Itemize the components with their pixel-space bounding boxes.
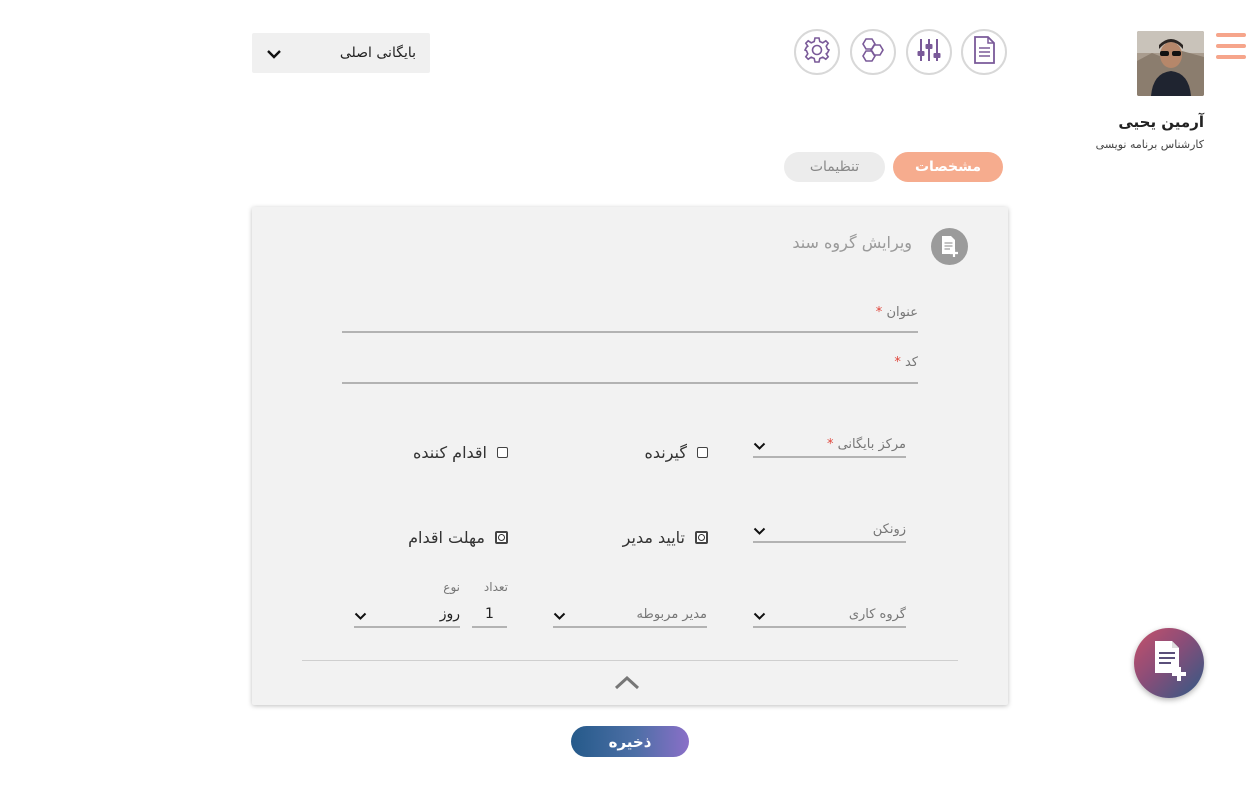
action-deadline-label: مهلت اقدام: [408, 528, 485, 547]
workgroup-select[interactable]: گروه کاری: [753, 602, 906, 628]
edit-document-group-card: ویرایش گروه سند عنوان * کد * مرکز بایگان…: [252, 207, 1008, 705]
chevron-down-icon: [553, 605, 566, 624]
title-field-label: عنوان: [886, 305, 918, 320]
tab-settings[interactable]: تنظیمات: [784, 152, 885, 182]
code-field[interactable]: کد *: [342, 355, 918, 384]
chevron-down-icon: [753, 435, 766, 454]
workgroup-label: گروه کاری: [848, 606, 906, 622]
manager-label: مدیر مربوطه: [636, 606, 708, 622]
manager-approval-label: تایید مدیر: [622, 528, 685, 547]
save-button[interactable]: ذخیره: [571, 726, 689, 757]
manager-approval-checkbox[interactable]: تایید مدیر: [623, 528, 708, 547]
required-mark: *: [826, 436, 834, 452]
structure-button[interactable]: [850, 29, 896, 75]
hamburger-menu-icon[interactable]: [1216, 33, 1246, 61]
document-icon: [972, 36, 996, 68]
tab-details[interactable]: مشخصات: [893, 152, 1003, 182]
add-document-icon: [1149, 639, 1189, 687]
hexagons-icon: [858, 36, 888, 68]
manager-select[interactable]: مدیر مربوطه: [553, 602, 707, 628]
collapse-button[interactable]: [612, 673, 642, 695]
count-input[interactable]: 1: [472, 602, 507, 628]
actor-label: اقدام کننده: [413, 443, 487, 462]
receiver-label: گیرنده: [644, 443, 687, 462]
title-field[interactable]: عنوان *: [342, 305, 918, 333]
zonkan-label: زونکن: [872, 521, 906, 537]
user-name: آرمین یحیی: [1118, 113, 1204, 131]
checkbox-box[interactable]: [497, 447, 508, 458]
archive-select[interactable]: بایگانی اصلی: [252, 33, 430, 73]
chevron-down-icon: [266, 44, 282, 63]
chevron-down-icon: [354, 605, 367, 624]
type-label: نوع: [443, 580, 460, 594]
checkbox-box[interactable]: [495, 531, 508, 544]
add-document-icon: [931, 228, 968, 265]
document-button[interactable]: [961, 29, 1007, 75]
count-label: تعداد: [483, 580, 508, 594]
required-mark: *: [894, 355, 901, 370]
user-role: کارشناس برنامه نویسی: [1095, 138, 1204, 151]
type-select[interactable]: روز: [354, 602, 460, 628]
settings-gear-icon: [803, 36, 831, 68]
zonkan-select[interactable]: زونکن: [753, 517, 906, 543]
code-field-label: کد: [904, 355, 918, 370]
sliders-icon: [915, 36, 943, 68]
checkbox-box[interactable]: [695, 531, 708, 544]
type-value: روز: [439, 606, 460, 622]
add-document-fab[interactable]: [1134, 628, 1204, 698]
divider: [302, 660, 958, 661]
chevron-down-icon: [753, 520, 766, 539]
action-deadline-checkbox[interactable]: مهلت اقدام: [408, 528, 508, 547]
chevron-up-icon: [614, 675, 640, 694]
required-mark: *: [875, 305, 883, 320]
archive-select-value: بایگانی اصلی: [339, 45, 416, 61]
count-value: 1: [485, 606, 494, 622]
receiver-checkbox[interactable]: گیرنده: [644, 443, 708, 462]
checkbox-box[interactable]: [697, 447, 708, 458]
actor-checkbox[interactable]: اقدام کننده: [413, 443, 508, 462]
avatar: [1137, 31, 1204, 96]
settings-button[interactable]: [794, 29, 840, 75]
archive-center-select[interactable]: مرکز بایگانی *: [753, 432, 906, 458]
archive-center-label: مرکز بایگانی: [837, 436, 906, 452]
chevron-down-icon: [753, 605, 766, 624]
filters-button[interactable]: [906, 29, 952, 75]
card-title: ویرایش گروه سند: [792, 233, 912, 252]
